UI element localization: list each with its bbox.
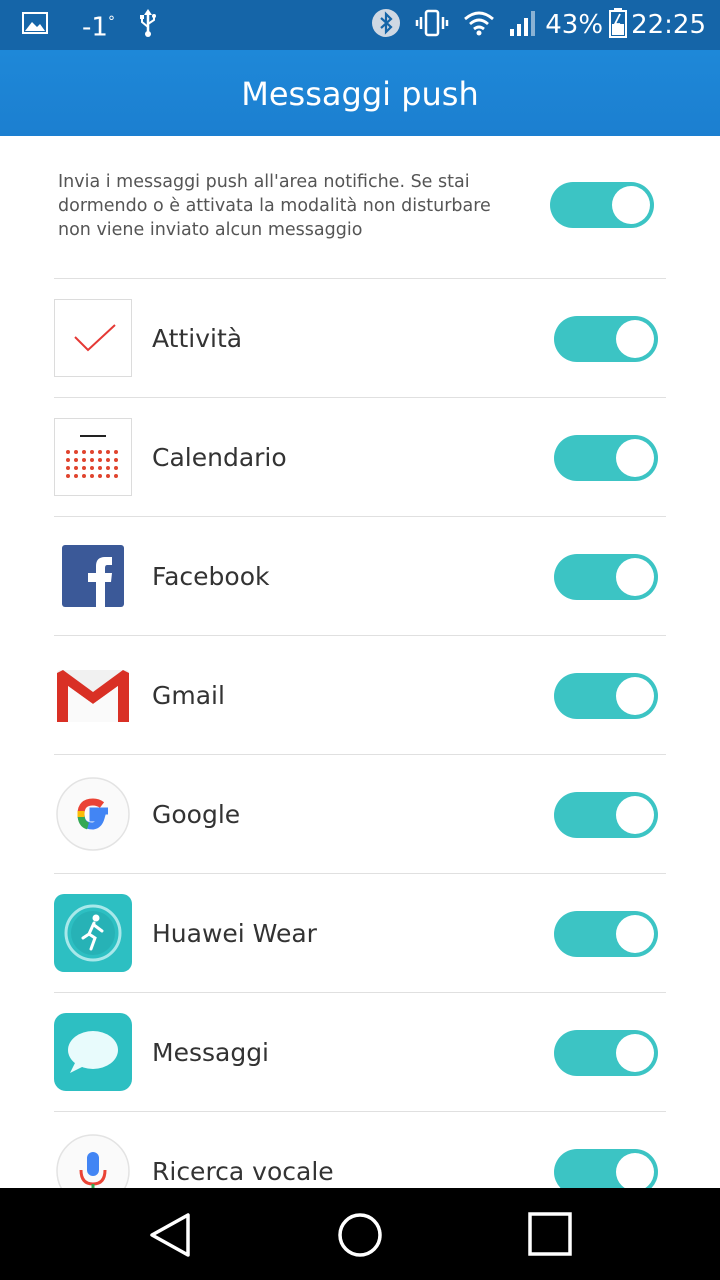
gmail-icon — [54, 656, 132, 734]
toggle-google[interactable] — [554, 792, 658, 838]
messages-icon — [54, 1013, 132, 1091]
list-item-huawei-wear[interactable]: Huawei Wear — [0, 874, 720, 993]
temperature-text: -1° — [82, 5, 115, 45]
list-item-facebook[interactable]: Facebook — [0, 517, 720, 636]
app-label: Google — [152, 800, 241, 829]
toggle-knob — [616, 320, 654, 358]
toggle-knob — [616, 915, 654, 953]
temperature-value: -1 — [82, 12, 108, 43]
list-item-gmail[interactable]: Gmail — [0, 636, 720, 755]
google-icon — [54, 775, 132, 853]
clock: 22:25 — [631, 10, 706, 40]
toggle-knob — [616, 439, 654, 477]
back-icon[interactable] — [148, 1212, 194, 1258]
toggle-gmail[interactable] — [554, 673, 658, 719]
toggle-huawei-wear[interactable] — [554, 911, 658, 957]
app-label: Facebook — [152, 562, 270, 591]
home-icon[interactable] — [337, 1212, 383, 1258]
list-item-google[interactable]: Google — [0, 755, 720, 874]
signal-icon — [509, 9, 537, 41]
push-description: Invia i messaggi push all'area notifiche… — [58, 172, 491, 240]
battery-percent: 43% — [545, 10, 604, 40]
calendar-icon — [54, 418, 132, 496]
bluetooth-icon — [371, 8, 401, 42]
recent-apps-icon[interactable] — [528, 1212, 572, 1256]
degree-sign: ° — [107, 14, 115, 31]
huawei-wear-icon — [54, 894, 132, 972]
app-label: Gmail — [152, 681, 225, 710]
list-item-ricerca-vocale[interactable]: Ricerca vocale — [0, 1112, 720, 1188]
navigation-bar — [0, 1188, 720, 1280]
toggle-attivita[interactable] — [554, 316, 658, 362]
app-label: Attività — [152, 324, 243, 353]
facebook-icon — [54, 537, 132, 615]
toggle-calendario[interactable] — [554, 435, 658, 481]
push-master-toggle[interactable] — [550, 182, 654, 228]
status-bar: -1° 43% 22:25 — [0, 0, 720, 50]
app-label: Calendario — [152, 443, 287, 472]
app-label: Ricerca vocale — [152, 1157, 334, 1186]
settings-list[interactable]: Invia i messaggi push all'area notifiche… — [0, 136, 720, 1188]
toggle-ricerca-vocale[interactable] — [554, 1149, 658, 1188]
wifi-icon — [463, 10, 495, 40]
usb-icon — [139, 9, 157, 41]
gallery-icon — [22, 12, 48, 38]
toggle-knob — [616, 558, 654, 596]
toggle-knob — [616, 1153, 654, 1188]
toggle-knob — [616, 796, 654, 834]
toggle-knob — [612, 186, 650, 224]
activity-check-icon — [54, 299, 132, 377]
toggle-facebook[interactable] — [554, 554, 658, 600]
app-bar: Messaggi push — [0, 50, 720, 136]
toggle-messaggi[interactable] — [554, 1030, 658, 1076]
app-label: Messaggi — [152, 1038, 270, 1067]
list-item-messaggi[interactable]: Messaggi — [0, 993, 720, 1112]
page-title: Messaggi push — [241, 75, 479, 113]
app-label: Huawei Wear — [152, 919, 317, 948]
voice-search-icon — [54, 1132, 132, 1188]
toggle-knob — [616, 1034, 654, 1072]
vibrate-icon — [415, 9, 449, 41]
list-item-attivita[interactable]: Attività — [0, 279, 720, 398]
battery-charging-icon — [609, 8, 628, 42]
list-item-calendario[interactable]: Calendario — [0, 398, 720, 517]
toggle-knob — [616, 677, 654, 715]
